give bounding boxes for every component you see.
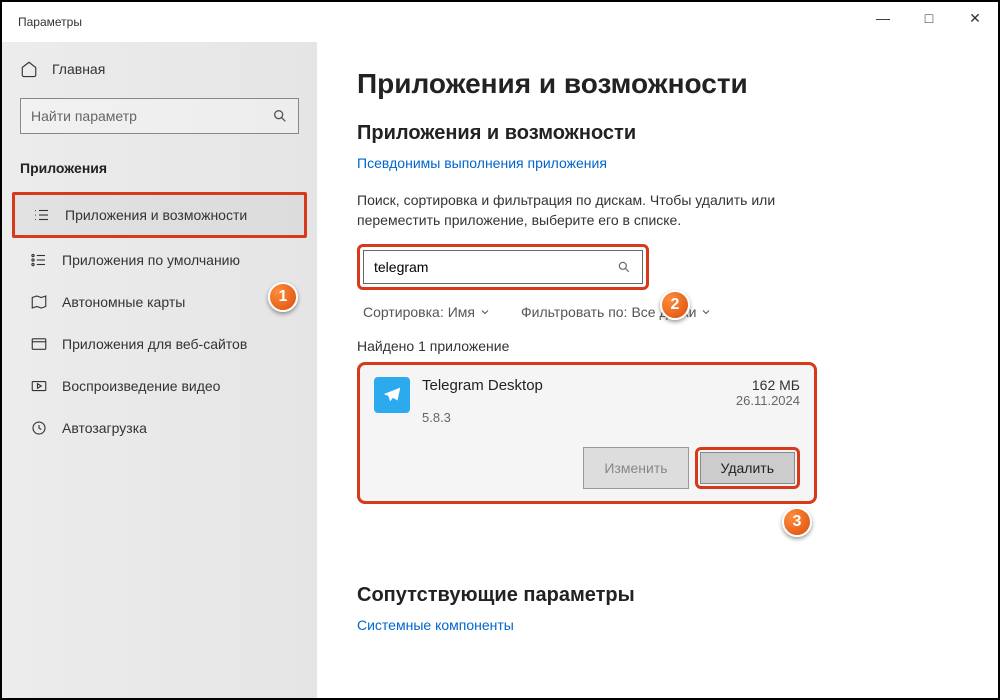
home-icon [20,60,38,78]
search-highlight [357,244,649,290]
uninstall-button[interactable]: Удалить [700,452,795,484]
found-count: Найдено 1 приложение [357,338,958,354]
nav-default-apps[interactable]: Приложения по умолчанию [12,240,307,280]
nav-apps-websites[interactable]: Приложения для веб-сайтов [12,324,307,364]
app-version: 5.8.3 [422,410,736,425]
main-content: Приложения и возможности Приложения и во… [317,42,998,698]
website-icon [30,335,48,353]
nav-label: Автозагрузка [62,420,147,436]
nav-startup[interactable]: Автозагрузка [12,408,307,448]
search-icon [272,108,288,124]
nav-video-playback[interactable]: Воспроизведение видео [12,366,307,406]
page-title: Приложения и возможности [357,68,958,100]
nav-apps-features[interactable]: Приложения и возможности [12,192,307,238]
nav-label: Приложения по умолчанию [62,252,240,268]
search-icon [617,260,631,274]
section-label: Приложения [2,152,317,192]
maximize-button[interactable]: □ [906,2,952,34]
nav-label: Автономные карты [62,294,185,310]
video-icon [30,377,48,395]
annotation-badge-2: 2 [660,290,690,320]
app-size: 162 МБ [736,377,800,393]
related-title: Сопутствующие параметры [357,584,958,607]
app-search-input[interactable] [363,250,643,284]
help-text: Поиск, сортировка и фильтрация по дискам… [357,191,837,230]
app-date: 26.11.2024 [736,393,800,408]
telegram-icon [374,377,410,413]
nav-offline-maps[interactable]: Автономные карты [12,282,307,322]
app-name: Telegram Desktop [422,377,736,394]
sort-dropdown[interactable]: Сортировка: Имя [363,304,491,320]
nav-label: Приложения и возможности [65,207,247,223]
sidebar: Главная Найти параметр Приложения Прилож… [2,42,317,698]
annotation-badge-1: 1 [268,282,298,312]
startup-icon [30,419,48,437]
close-button[interactable]: ✕ [952,2,998,34]
home-link[interactable]: Главная [2,52,317,86]
modify-button: Изменить [583,447,688,489]
settings-search-placeholder: Найти параметр [31,108,272,124]
minimize-button[interactable]: — [860,2,906,34]
settings-search[interactable]: Найти параметр [20,98,299,134]
system-components-link[interactable]: Системные компоненты [357,617,958,633]
list-icon [33,206,51,224]
nav-label: Приложения для веб-сайтов [62,336,247,352]
chevron-down-icon [479,306,491,318]
default-icon [30,251,48,269]
map-icon [30,293,48,311]
aliases-link[interactable]: Псевдонимы выполнения приложения [357,155,958,171]
titlebar: Параметры — □ ✕ [2,2,998,42]
window-controls: — □ ✕ [860,2,998,34]
annotation-badge-3: 3 [782,507,812,537]
home-label: Главная [52,61,105,77]
uninstall-highlight: Удалить [695,447,800,489]
app-card[interactable]: Telegram Desktop 5.8.3 162 МБ 26.11.2024… [357,362,817,504]
window-title: Параметры [18,15,82,29]
nav-label: Воспроизведение видео [62,378,220,394]
chevron-down-icon [700,306,712,318]
sub-title: Приложения и возможности [357,122,958,145]
